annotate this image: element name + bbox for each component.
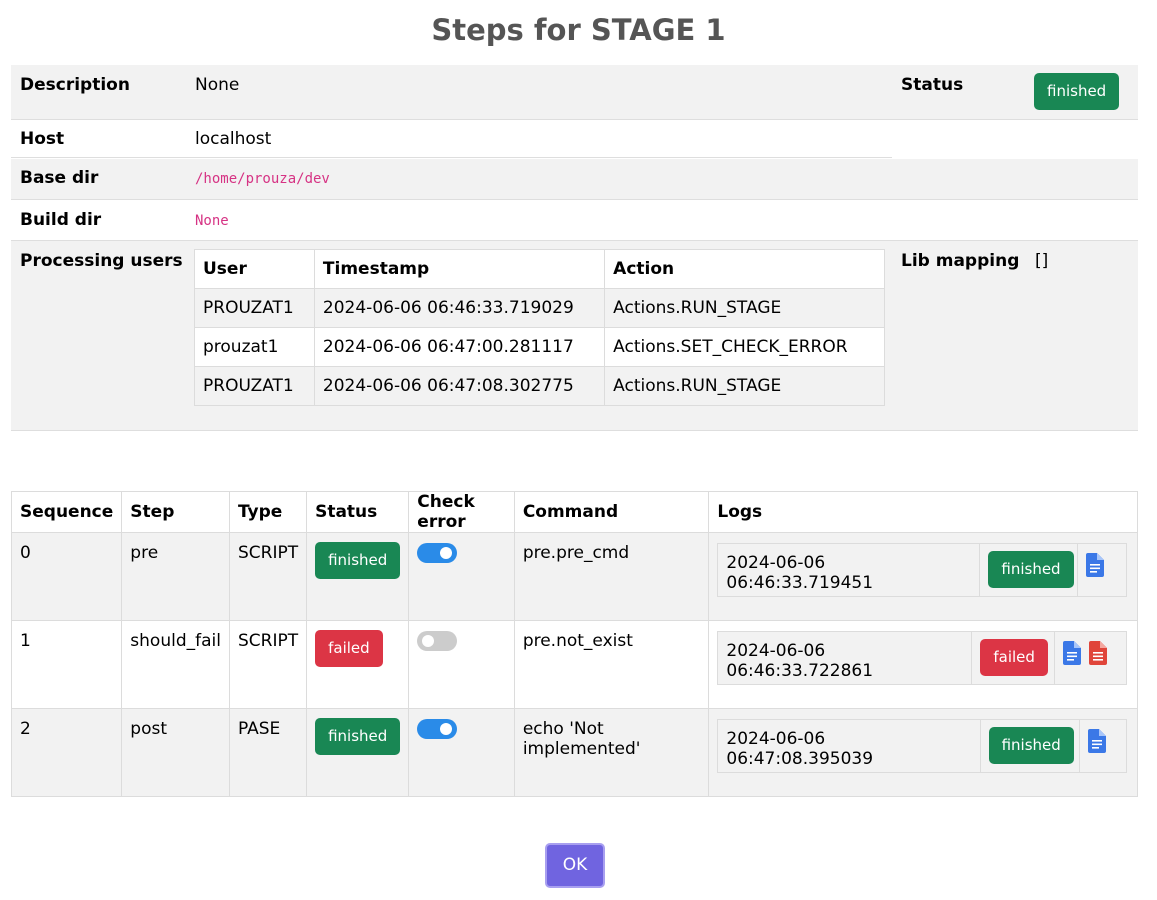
col-header-step: Step [121,491,230,533]
table-row: 0 pre SCRIPT finished pre.pre_cmd 2024-0… [10,532,1138,621]
status-cell: finished [306,708,410,797]
users-table-header: User Timestamp Action [194,249,885,289]
user-cell: PROUZAT1 [194,366,315,406]
basedir-label: Base dir [20,168,99,188]
builddir-value: None [195,213,229,229]
logs-cell: 2024-06-06 06:47:08.395039 finished [708,708,1138,797]
check-error-toggle[interactable] [417,719,458,739]
command-cell: pre.not_exist [513,620,710,709]
document-icon[interactable] [1087,729,1106,753]
document-icon[interactable] [1063,641,1082,665]
status-badge: finished [1034,73,1120,110]
host-value: localhost [195,129,272,149]
sequence-cell: 0 [10,532,123,621]
step-cell: pre [121,532,230,621]
step-cell: post [121,708,230,797]
log-entry: 2024-06-06 06:47:08.395039 finished [717,719,1128,773]
type-cell: PASE [228,708,308,797]
log-status-badge: finished [988,727,1074,764]
table-row: prouzat1 2024-06-06 06:47:00.281117 Acti… [194,327,885,367]
info-row-description: Description None Status finished [11,65,1138,120]
command-cell: echo 'Not implemented' [513,708,710,797]
col-header-sequence: Sequence [10,491,123,533]
error-document-icon[interactable] [1089,641,1108,665]
log-status-cell: failed [972,632,1056,684]
logs-cell: 2024-06-06 06:46:33.719451 finished [708,532,1138,621]
basedir-value: /home/prouza/dev [195,171,330,187]
info-row-builddir: Build dir None [11,200,1138,241]
log-timestamp: 2024-06-06 06:46:33.719451 [718,544,981,596]
step-cell: should_fail [121,620,230,709]
status-badge: finished [315,542,401,579]
sequence-cell: 1 [10,620,123,709]
col-header-status: Status [306,491,410,533]
sequence-cell: 2 [10,708,123,797]
steps-table-header: Sequence Step Type Status Check error Co… [10,491,1138,533]
table-row: 1 should_fail SCRIPT failed pre.not_exis… [10,620,1138,709]
table-row: PROUZAT1 2024-06-06 06:46:33.719029 Acti… [194,288,885,328]
builddir-label: Build dir [20,210,102,230]
check-error-cell [408,620,515,709]
action-cell: Actions.RUN_STAGE [604,366,885,406]
host-label: Host [20,129,65,149]
col-header-check-error: Check error [408,491,515,533]
libmap-label: Lib mapping [901,251,1020,271]
status-cell: finished [306,532,410,621]
ok-button[interactable]: OK [545,843,605,888]
table-row: 2 post PASE finished echo 'Not implement… [10,708,1138,797]
users-label: Processing users [20,251,183,271]
col-header-logs: Logs [708,491,1138,533]
user-cell: PROUZAT1 [194,288,315,328]
check-error-toggle[interactable] [417,631,458,651]
log-icons [1055,632,1126,684]
check-error-cell [408,708,515,797]
col-header-type: Type [228,491,308,533]
col-header-user: User [194,249,315,289]
log-timestamp: 2024-06-06 06:46:33.722861 [718,632,973,684]
log-icons [1080,720,1127,772]
col-header-timestamp: Timestamp [313,249,606,289]
log-status-badge: finished [988,551,1074,588]
check-error-toggle[interactable] [417,543,458,563]
description-value: None [195,75,240,95]
description-label: Description [20,75,130,95]
type-cell: SCRIPT [228,532,308,621]
info-row-host: Host localhost [11,120,1138,158]
info-row-basedir: Base dir /home/prouza/dev [11,159,1138,200]
log-entry: 2024-06-06 06:46:33.722861 failed [717,631,1128,685]
timestamp-cell: 2024-06-06 06:47:00.281117 [313,327,606,367]
document-icon[interactable] [1086,553,1105,577]
page-title: Steps for STAGE 1 [431,13,726,47]
command-cell: pre.pre_cmd [513,532,710,621]
timestamp-cell: 2024-06-06 06:46:33.719029 [313,288,606,328]
timestamp-cell: 2024-06-06 06:47:08.302775 [313,366,606,406]
log-status-cell: finished [980,544,1079,596]
logs-cell: 2024-06-06 06:46:33.722861 failed [708,620,1138,709]
log-status-cell: finished [981,720,1080,772]
action-cell: Actions.SET_CHECK_ERROR [604,327,885,367]
status-cell: failed [306,620,410,709]
status-badge: finished [315,718,401,755]
col-header-command: Command [513,491,710,533]
check-error-cell [408,532,515,621]
status-badge: failed [315,630,383,667]
log-entry: 2024-06-06 06:46:33.719451 finished [717,543,1128,597]
log-status-badge: failed [980,639,1048,676]
col-header-action: Action [604,249,885,289]
type-cell: SCRIPT [228,620,308,709]
table-row: PROUZAT1 2024-06-06 06:47:08.302775 Acti… [194,366,885,406]
action-cell: Actions.RUN_STAGE [604,288,885,328]
steps-table: Sequence Step Type Status Check error Co… [10,491,1138,797]
log-timestamp: 2024-06-06 06:47:08.395039 [718,720,981,772]
status-label: Status [901,75,964,95]
users-table: User Timestamp Action PROUZAT1 2024-06-0… [194,249,885,406]
log-icons [1078,544,1126,596]
user-cell: prouzat1 [194,327,315,367]
libmap-value: [] [1035,251,1049,271]
